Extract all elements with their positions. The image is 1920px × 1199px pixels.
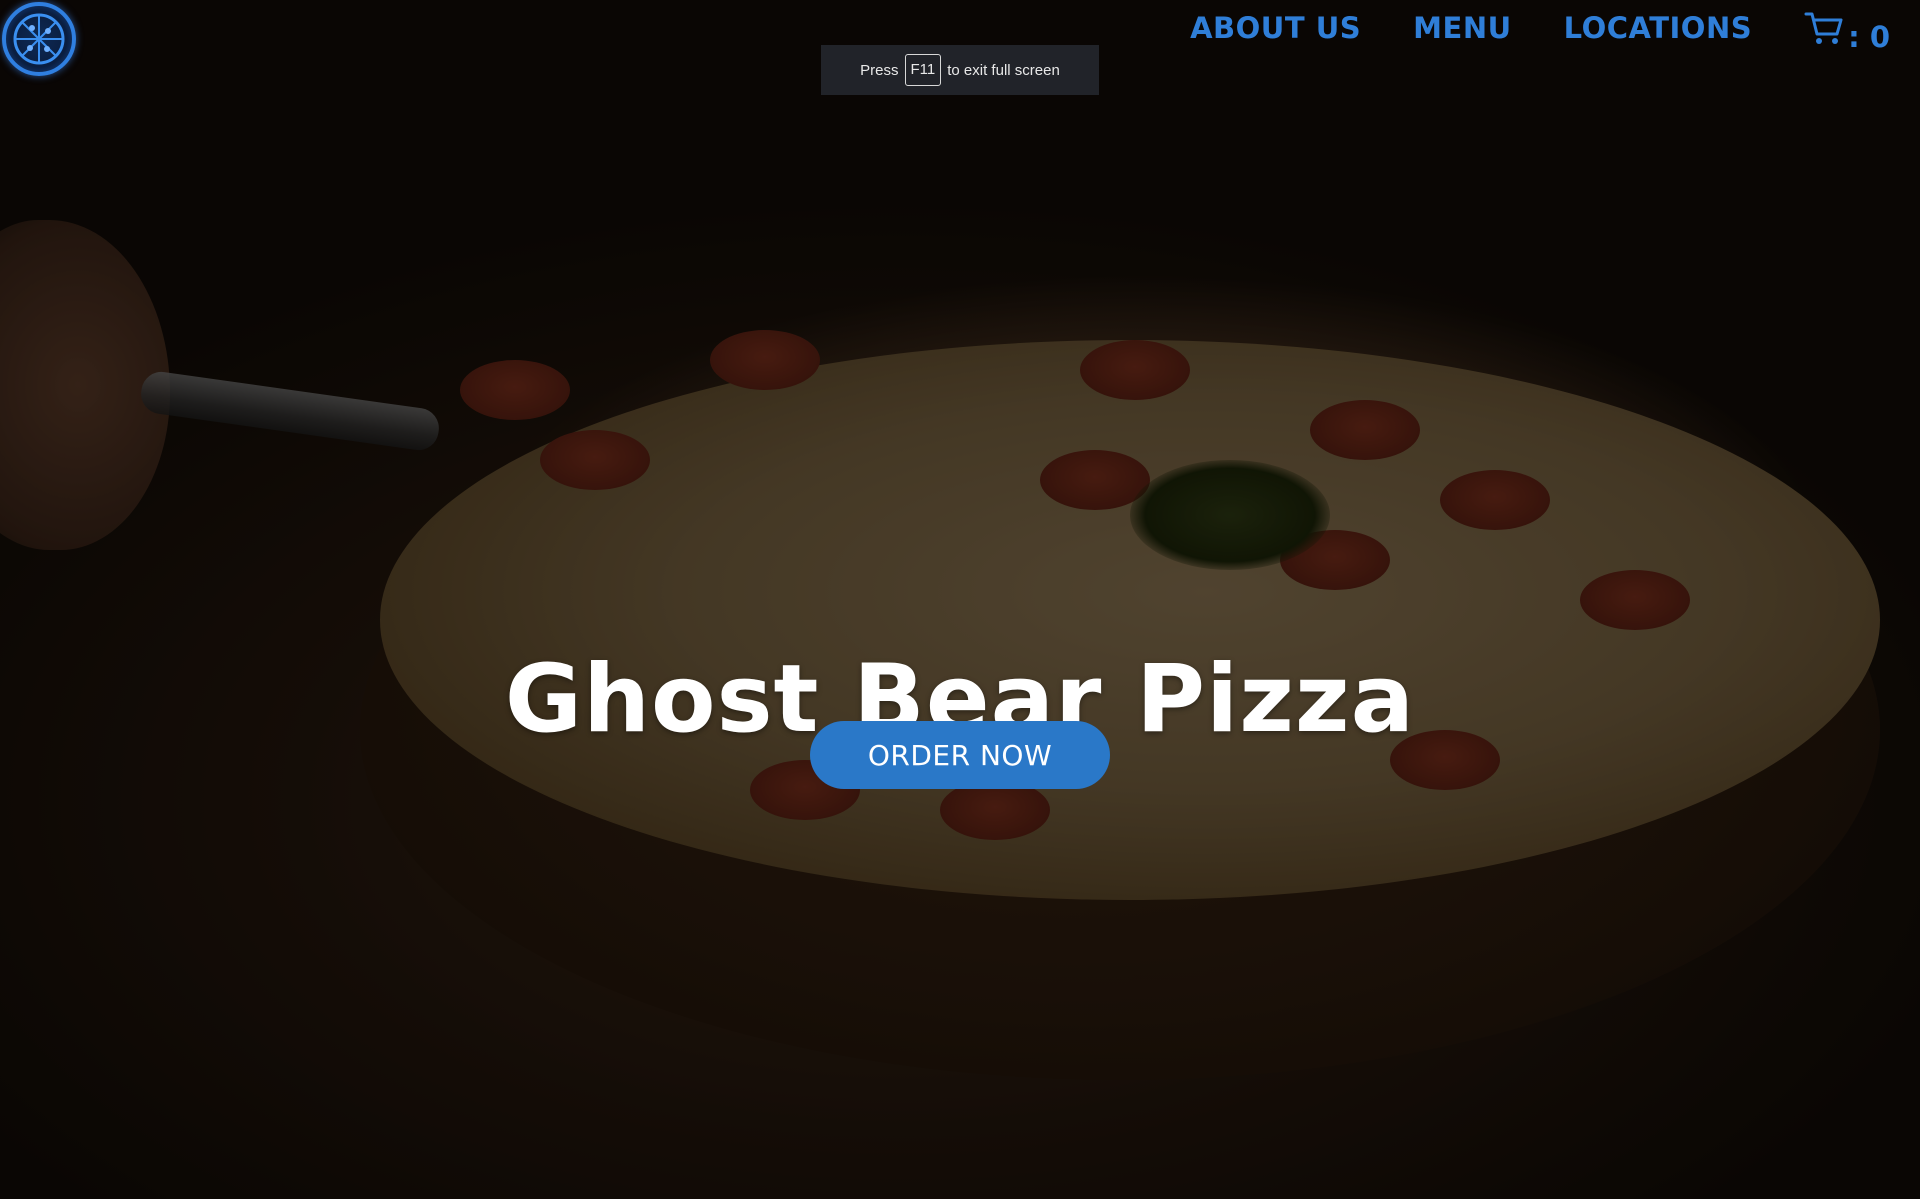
fullscreen-notice-suffix: to exit full screen [947, 61, 1060, 79]
fullscreen-key: F11 [904, 54, 942, 86]
pizza-logo-icon[interactable] [2, 2, 76, 76]
shopping-cart-icon [1804, 12, 1843, 44]
cart-count: : 0 [1848, 20, 1890, 54]
main-nav: ABOUT US MENU LOCATIONS : 0 [1190, 10, 1890, 54]
dark-overlay [0, 0, 1920, 1199]
nav-locations[interactable]: LOCATIONS [1564, 11, 1752, 45]
cart-button[interactable]: : 0 [1804, 10, 1890, 54]
nav-menu[interactable]: MENU [1413, 11, 1512, 45]
order-now-button[interactable]: ORDER NOW [810, 721, 1110, 789]
fullscreen-notice-prefix: Press [860, 61, 899, 79]
page: ABOUT US MENU LOCATIONS : 0 Press F11 to… [0, 0, 1920, 1199]
nav-about-us[interactable]: ABOUT US [1190, 11, 1361, 45]
fullscreen-notice: Press F11 to exit full screen [821, 45, 1099, 95]
